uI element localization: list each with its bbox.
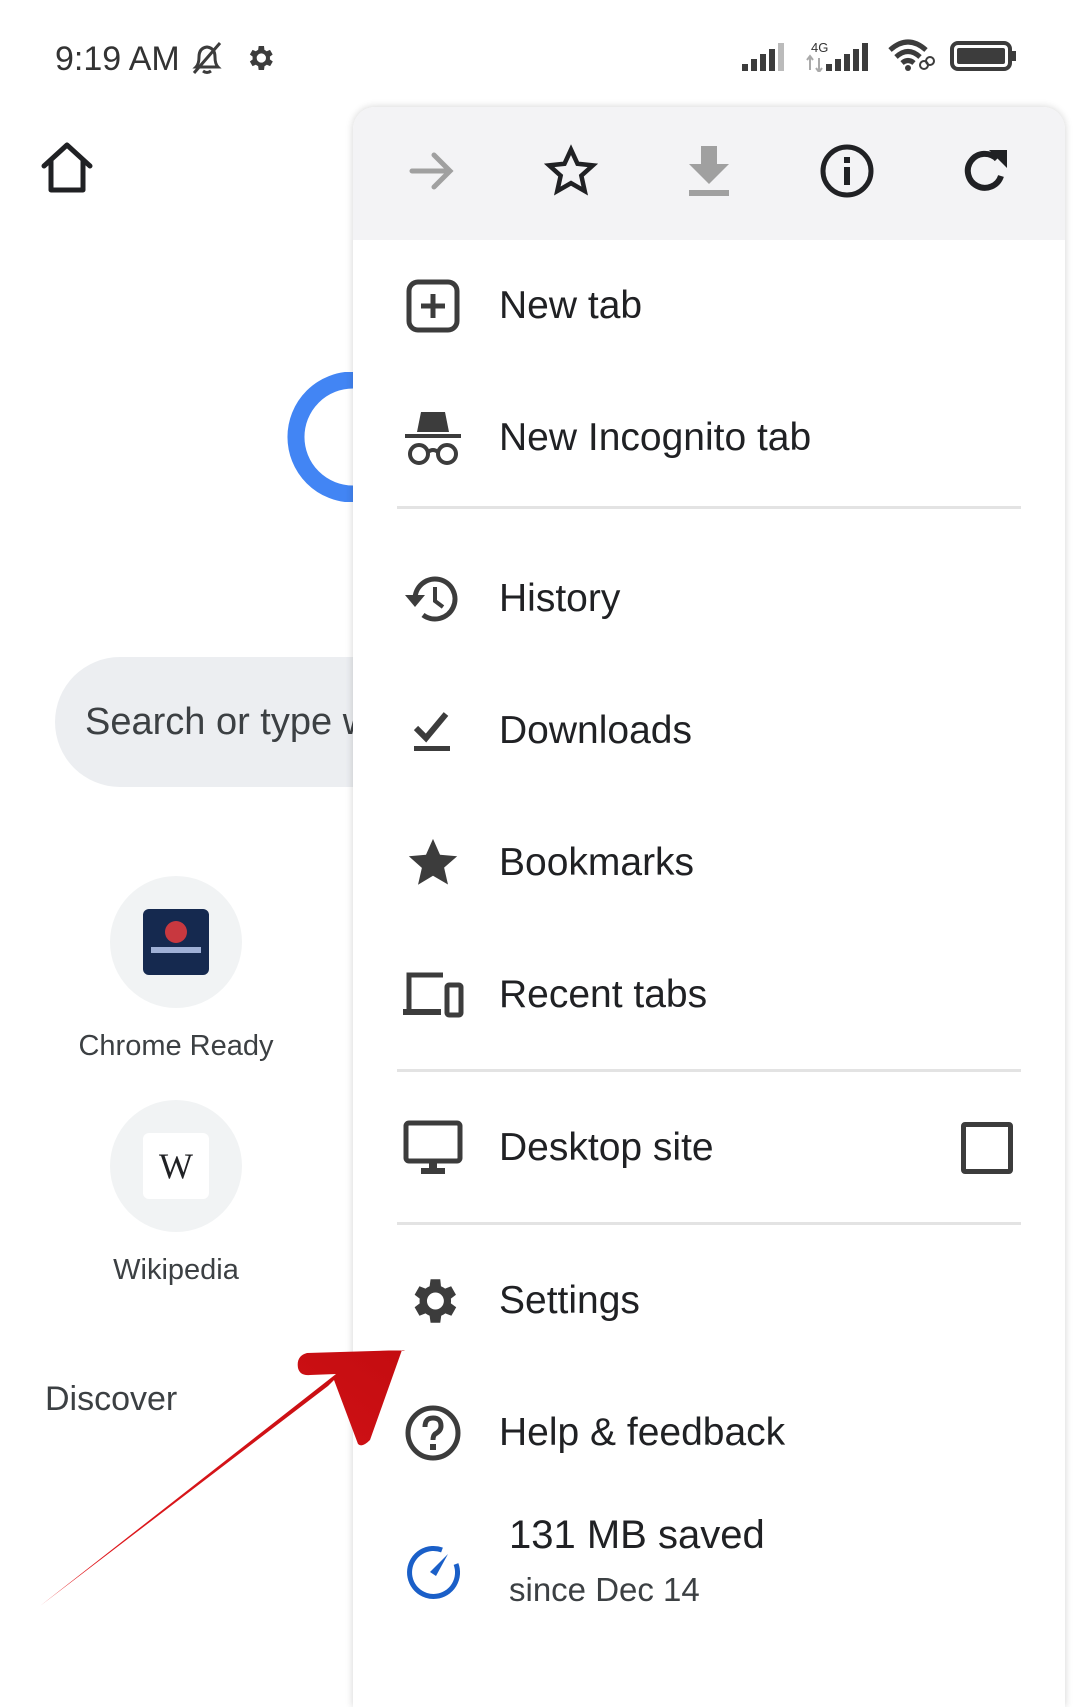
download-done-icon	[401, 699, 465, 763]
menu-item-settings[interactable]: Settings	[353, 1235, 1065, 1367]
search-placeholder: Search or type w	[85, 700, 371, 743]
home-icon	[38, 142, 96, 202]
reload-icon	[961, 146, 1011, 201]
reload-button[interactable]	[951, 139, 1021, 209]
wifi-icon	[886, 38, 936, 77]
shortcut-tile-wikipedia[interactable]: W Wikipedia	[76, 1100, 276, 1287]
menu-item-recent-tabs[interactable]: Recent tabs	[353, 929, 1065, 1061]
menu-divider	[397, 1069, 1021, 1072]
menu-item-label: Downloads	[499, 709, 692, 752]
status-time: 9:19 AM	[55, 40, 180, 78]
shortcut-label: Wikipedia	[113, 1254, 239, 1286]
plus-box-icon	[401, 274, 465, 338]
bell-muted-icon	[190, 40, 224, 81]
menu-item-history[interactable]: History	[353, 533, 1065, 665]
menu-item-label: Bookmarks	[499, 841, 695, 884]
menu-item-downloads[interactable]: Downloads	[353, 665, 1065, 797]
chrome-ready-favicon	[143, 909, 209, 975]
page-info-button[interactable]	[812, 139, 882, 209]
status-bar: 9:19 AM 4G	[0, 0, 1080, 110]
speedometer-icon	[401, 1539, 465, 1603]
info-icon	[819, 143, 875, 204]
signal-sim1-icon	[740, 40, 790, 77]
devices-icon	[401, 963, 465, 1027]
bookmark-button[interactable]	[536, 139, 606, 209]
menu-item-label: New Incognito tab	[499, 416, 812, 459]
shortcut-label: Chrome Ready	[78, 1030, 274, 1062]
menu-item-new-incognito-tab[interactable]: New Incognito tab	[353, 372, 1065, 504]
data-saved-amount: 131 MB saved	[509, 1513, 765, 1557]
discover-heading: Discover	[45, 1380, 178, 1418]
signal-4g-icon	[804, 40, 872, 77]
menu-item-label: Recent tabs	[499, 973, 708, 1016]
desktop-site-checkbox[interactable]	[961, 1122, 1013, 1174]
menu-item-label: History	[499, 577, 621, 620]
menu-item-label: Settings	[499, 1279, 640, 1322]
star-filled-icon	[401, 831, 465, 895]
menu-item-desktop-site[interactable]: Desktop site	[353, 1082, 1065, 1214]
wikipedia-favicon: W	[143, 1133, 209, 1199]
menu-item-label: Help & feedback	[499, 1411, 786, 1454]
home-button[interactable]	[38, 140, 96, 198]
menu-divider	[397, 506, 1021, 509]
settings-gear-icon	[401, 1269, 465, 1333]
menu-item-label: Desktop site	[499, 1126, 714, 1169]
menu-toolbar	[353, 107, 1065, 240]
download-button[interactable]	[674, 139, 744, 209]
menu-item-bookmarks[interactable]: Bookmarks	[353, 797, 1065, 929]
menu-item-help-feedback[interactable]: Help & feedback	[353, 1367, 1065, 1499]
gear-icon	[244, 42, 276, 79]
menu-item-data-saver[interactable]: 131 MB saved since Dec 14	[353, 1499, 1065, 1639]
menu-divider	[397, 1222, 1021, 1225]
history-icon	[401, 567, 465, 631]
forward-button[interactable]	[397, 139, 467, 209]
chrome-overflow-menu: New tab New Incognito tab History Downlo…	[353, 107, 1065, 1707]
menu-item-new-tab[interactable]: New tab	[353, 240, 1065, 372]
star-outline-icon	[543, 144, 598, 203]
download-icon	[685, 144, 733, 203]
data-saved-since: since Dec 14	[509, 1571, 700, 1608]
arrow-right-icon	[408, 147, 456, 200]
battery-icon	[950, 40, 1018, 77]
incognito-icon	[401, 406, 465, 470]
help-icon	[401, 1401, 465, 1465]
menu-item-label: New tab	[499, 284, 643, 327]
shortcut-tile-chrome-ready[interactable]: Chrome Ready	[76, 876, 276, 1063]
monitor-icon	[401, 1116, 465, 1180]
